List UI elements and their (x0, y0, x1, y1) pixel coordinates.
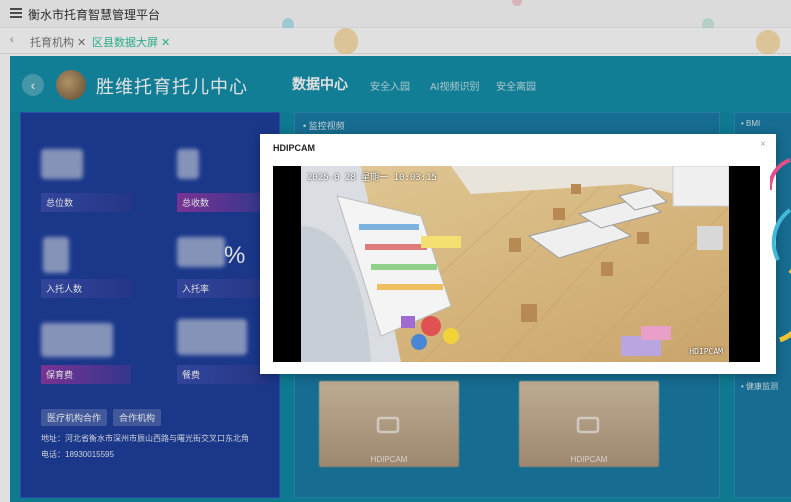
osd-camera-name: HDIPCAM (689, 347, 723, 356)
video-player[interactable]: 2025-0 28 星期一 10:03:15 HDIPCAM (273, 166, 760, 362)
decorative-arc-icon (770, 158, 791, 343)
classroom-scene-image (301, 166, 729, 362)
classroom-camera-feed: 2025-0 28 星期一 10:03:15 HDIPCAM (301, 166, 729, 362)
close-icon[interactable]: × (760, 139, 766, 150)
video-modal: HDIPCAM × 2025-0 28 星期一 10:03:15 HDIPCAM (260, 134, 776, 374)
modal-title: HDIPCAM (273, 143, 315, 153)
osd-timestamp: 2025-0 28 星期一 10:03:15 (307, 173, 437, 183)
